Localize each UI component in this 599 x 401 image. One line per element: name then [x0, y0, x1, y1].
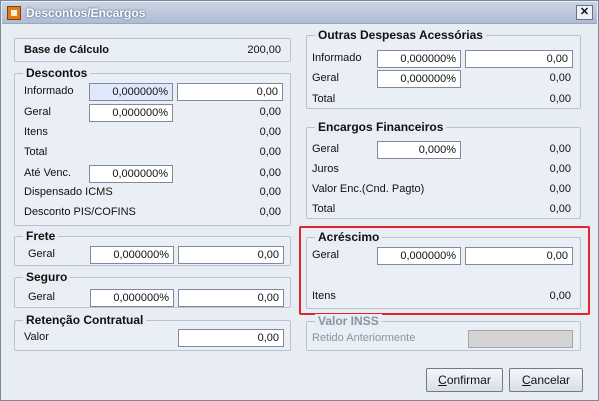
encargos-total-label: Total	[312, 203, 336, 215]
encargos-financeiros-group: Encargos Financeiros Geral 0,000% 0,00 J…	[306, 120, 581, 219]
seguro-group: Seguro Geral 0,000000% 0,00	[14, 270, 291, 308]
descontos-geral-value: 0,00	[259, 106, 281, 118]
descontos-ate-venc-value: 0,00	[259, 167, 281, 179]
retencao-contratual-group: Retenção Contratual Valor 0,00	[14, 313, 291, 351]
descontos-dispensado-icms-value: 0,00	[259, 186, 281, 198]
seguro-geral-label: Geral	[28, 291, 55, 303]
confirmar-label: onfirmar	[446, 373, 491, 387]
outras-geral-label: Geral	[312, 72, 339, 84]
descontos-itens-label: Itens	[24, 126, 48, 138]
descontos-ate-venc-pct-input[interactable]: 0,000000%	[89, 165, 173, 183]
close-button[interactable]: ✕	[576, 5, 593, 20]
outras-total-label: Total	[312, 93, 336, 105]
outras-geral-value: 0,00	[549, 72, 571, 84]
encargos-geral-label: Geral	[312, 143, 339, 155]
cancelar-label: ancelar	[530, 373, 571, 387]
outras-informado-pct-input[interactable]: 0,000000%	[377, 50, 461, 68]
outras-geral-pct-input[interactable]: 0,000000%	[377, 70, 461, 88]
retencao-valor-label: Valor	[24, 331, 49, 343]
descontos-informado-pct-input[interactable]: 0,000000%	[89, 83, 173, 101]
retencao-value-input[interactable]: 0,00	[178, 329, 284, 347]
outras-informado-label: Informado	[312, 52, 362, 64]
seguro-value-input[interactable]: 0,00	[178, 289, 284, 307]
inss-title: Valor INSS	[315, 314, 382, 328]
outras-despesas-title: Outras Despesas Acessórias	[315, 28, 486, 42]
base-calculo-group: Base de Cálculo 200,00	[14, 38, 291, 62]
encargos-geral-value: 0,00	[549, 143, 571, 155]
retencao-title: Retenção Contratual	[23, 313, 147, 327]
outras-despesas-group: Outras Despesas Acessórias Informado 0,0…	[306, 28, 581, 109]
frete-geral-label: Geral	[28, 248, 55, 260]
encargos-geral-pct-input[interactable]: 0,000%	[377, 141, 461, 159]
frete-pct-input[interactable]: 0,000000%	[90, 246, 174, 264]
title-bar[interactable]: Descontos/Encargos ✕	[2, 2, 597, 24]
frete-title: Frete	[23, 229, 59, 243]
descontos-pis-cofins-value: 0,00	[259, 206, 281, 218]
seguro-pct-input[interactable]: 0,000000%	[90, 289, 174, 307]
outras-total-value: 0,00	[549, 93, 571, 105]
seguro-title: Seguro	[23, 270, 71, 284]
descontos-geral-label: Geral	[24, 106, 51, 118]
descontos-geral-pct-input[interactable]: 0,000000%	[89, 104, 173, 122]
inss-retido-label: Retido Anteriormente	[312, 332, 416, 344]
encargos-juros-label: Juros	[312, 163, 339, 175]
encargos-total-value: 0,00	[549, 203, 571, 215]
inss-retido-input[interactable]	[468, 330, 573, 348]
frete-group: Frete Geral 0,000000% 0,00	[14, 229, 291, 266]
descontos-pis-cofins-label: Desconto PIS/COFINS	[24, 206, 136, 218]
acrescimo-highlight-box	[299, 226, 590, 315]
confirmar-button[interactable]: Confirmar	[426, 368, 503, 392]
descontos-title: Descontos	[23, 66, 91, 80]
encargos-juros-value: 0,00	[549, 163, 571, 175]
descontos-itens-value: 0,00	[259, 126, 281, 138]
base-calculo-value: 200,00	[247, 44, 281, 56]
cancelar-button[interactable]: Cancelar	[509, 368, 583, 392]
descontos-ate-venc-label: Até Venc.	[24, 167, 72, 179]
descontos-informado-value-input[interactable]: 0,00	[177, 83, 283, 101]
window-title: Descontos/Encargos	[26, 6, 146, 20]
encargos-valor-enc-value: 0,00	[549, 183, 571, 195]
confirmar-accel: C	[438, 373, 447, 387]
descontos-dispensado-icms-label: Dispensado ICMS	[24, 186, 113, 198]
frete-value-input[interactable]: 0,00	[178, 246, 284, 264]
descontos-informado-label: Informado	[24, 85, 74, 97]
descontos-total-value: 0,00	[259, 146, 281, 158]
valor-inss-group: Valor INSS Retido Anteriormente	[306, 314, 581, 351]
dialog-window: Descontos/Encargos ✕ Base de Cálculo 200…	[0, 0, 599, 401]
descontos-total-label: Total	[24, 146, 48, 158]
descontos-group: Descontos Informado 0,000000% 0,00 Geral…	[14, 66, 291, 226]
app-icon	[7, 6, 21, 20]
encargos-title: Encargos Financeiros	[315, 120, 447, 134]
base-calculo-label: Base de Cálculo	[24, 44, 109, 56]
cancelar-accel: C	[521, 373, 531, 387]
outras-informado-value-input[interactable]: 0,00	[465, 50, 573, 68]
encargos-valor-enc-label: Valor Enc.(Cnd. Pagto)	[312, 183, 425, 195]
